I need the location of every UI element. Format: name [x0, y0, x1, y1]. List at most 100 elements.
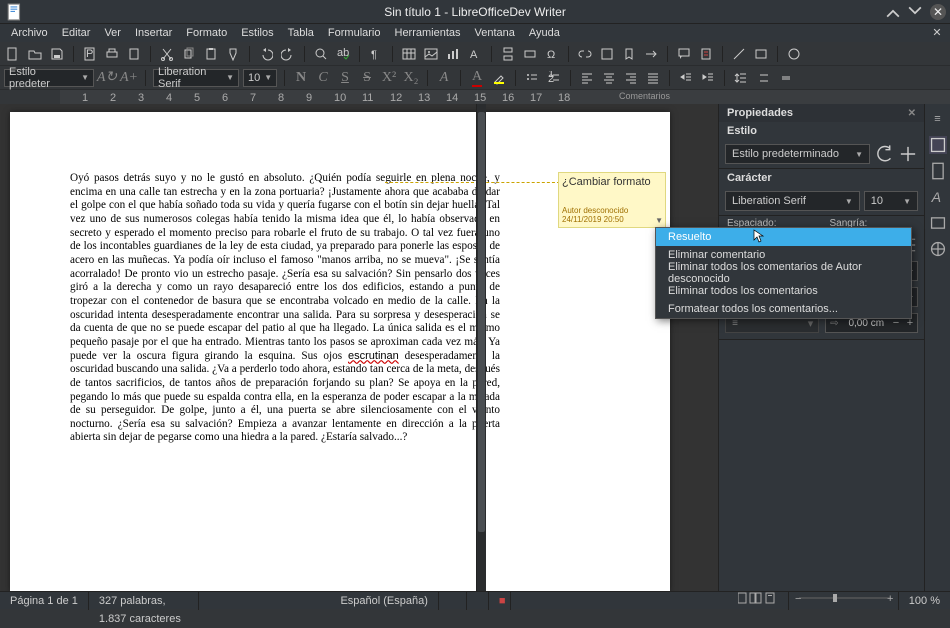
menu-ventana[interactable]: Ventana [468, 24, 522, 42]
insert-chart-icon[interactable] [444, 45, 462, 63]
print-icon[interactable] [103, 45, 121, 63]
sidebar-gallery-icon[interactable] [929, 214, 947, 232]
insert-text-icon[interactable]: A [466, 45, 484, 63]
para-spacing-dec-icon[interactable] [776, 69, 794, 87]
new-document-icon[interactable] [4, 45, 22, 63]
status-insert-mode[interactable] [439, 592, 467, 610]
find-icon[interactable] [312, 45, 330, 63]
sidebar-menu-icon[interactable]: ≡ [929, 110, 947, 128]
cut-icon[interactable] [158, 45, 176, 63]
sidebar-navigator-icon[interactable] [929, 240, 947, 258]
comment-box[interactable]: ¿Cambiar formato Autor desconocido 24/11… [558, 172, 666, 228]
sidebar-styles-icon[interactable]: A [929, 188, 947, 206]
sidebar-paragraph-style-dropdown[interactable]: Estilo predeterminado▼ [725, 144, 870, 164]
align-right-icon[interactable] [622, 69, 640, 87]
indent-increase-icon[interactable] [699, 69, 717, 87]
paragraph-style-dropdown[interactable]: Estilo predeter▼ [4, 69, 94, 87]
menu-ayuda[interactable]: Ayuda [522, 24, 567, 42]
comment-menu-arrow-icon[interactable]: ▼ [655, 216, 663, 225]
align-center-icon[interactable] [600, 69, 618, 87]
menu-formato[interactable]: Formato [179, 24, 234, 42]
line-spacing-icon[interactable] [732, 69, 750, 87]
indent-decrease-icon[interactable] [677, 69, 695, 87]
clone-format-icon[interactable] [224, 45, 242, 63]
print-preview-icon[interactable] [125, 45, 143, 63]
para-spacing-inc-icon[interactable] [754, 69, 772, 87]
undo-icon[interactable] [257, 45, 275, 63]
menu-formulario[interactable]: Formulario [321, 24, 388, 42]
insert-hyperlink-icon[interactable] [576, 45, 594, 63]
status-words[interactable]: 327 palabras, 1.837 caracteres [89, 592, 199, 610]
close-menu-icon[interactable]: ✕ [930, 25, 944, 39]
menu-archivo[interactable]: Archivo [4, 24, 55, 42]
open-icon[interactable] [26, 45, 44, 63]
copy-icon[interactable] [180, 45, 198, 63]
new-style-icon[interactable] [898, 144, 918, 164]
insert-table-icon[interactable] [400, 45, 418, 63]
show-draw-icon[interactable] [785, 45, 803, 63]
font-name-dropdown[interactable]: Liberation Serif▼ [153, 69, 239, 87]
highlight-icon[interactable] [490, 69, 508, 87]
status-lang[interactable]: Español (España) [199, 592, 439, 610]
menu-editar[interactable]: Editar [55, 24, 98, 42]
update-style-icon[interactable]: A↻ [98, 69, 116, 87]
zoom-percent[interactable]: 100 % [899, 592, 950, 610]
menu-ver[interactable]: Ver [97, 24, 128, 42]
align-left-icon[interactable] [578, 69, 596, 87]
insert-line-icon[interactable] [730, 45, 748, 63]
font-color-icon[interactable]: A [468, 69, 486, 87]
numbering-icon[interactable]: 12 [545, 69, 563, 87]
new-style-icon[interactable]: A+ [120, 69, 138, 87]
insert-pagebreak-icon[interactable] [499, 45, 517, 63]
insert-image-icon[interactable] [422, 45, 440, 63]
save-icon[interactable] [48, 45, 66, 63]
superscript-icon[interactable]: X² [380, 69, 398, 87]
status-signature-icon[interactable]: ■ [489, 592, 511, 610]
paste-icon[interactable] [202, 45, 220, 63]
document-body-text[interactable]: Oyó pasos detrás suyo y no le gustó en a… [70, 172, 500, 445]
document-area[interactable]: Oyó pasos detrás suyo y no le gustó en a… [0, 104, 718, 597]
spellcheck-icon[interactable]: ab [334, 45, 352, 63]
sidebar-page-icon[interactable] [929, 162, 947, 180]
zoom-slider[interactable]: −+ [789, 592, 899, 610]
insert-field-icon[interactable] [521, 45, 539, 63]
redo-icon[interactable] [279, 45, 297, 63]
status-selection-mode[interactable] [467, 592, 489, 610]
align-justify-icon[interactable] [644, 69, 662, 87]
italic-icon[interactable]: C [314, 69, 332, 87]
export-pdf-icon[interactable]: P [81, 45, 99, 63]
font-size-dropdown[interactable]: 10▼ [243, 69, 277, 87]
sidebar-properties-icon[interactable] [929, 136, 947, 154]
ctx-item-4[interactable]: Formatear todos los comentarios... [656, 300, 911, 318]
status-page[interactable]: Página 1 de 1 [0, 592, 89, 610]
insert-bookmark-icon[interactable] [620, 45, 638, 63]
insert-cross-ref-icon[interactable] [642, 45, 660, 63]
sidebar-fontsize-dropdown[interactable]: 10▼ [864, 191, 918, 211]
vertical-scrollbar[interactable] [476, 104, 486, 597]
menu-tabla[interactable]: Tabla [281, 24, 321, 42]
insert-symbol-icon[interactable]: Ω [543, 45, 561, 63]
formatting-marks-icon[interactable]: ¶ [367, 45, 385, 63]
horizontal-ruler[interactable]: 123456789101112131415161718 [60, 90, 950, 104]
ctx-item-0[interactable]: Resuelto [656, 228, 911, 246]
status-view-icons[interactable] [728, 592, 789, 610]
ctx-item-2[interactable]: Eliminar todos los comentarios de Autor … [656, 264, 911, 282]
close-button[interactable]: ✕ [930, 4, 946, 20]
insert-footnote-icon[interactable] [598, 45, 616, 63]
underline-icon[interactable]: S [336, 69, 354, 87]
subscript-icon[interactable]: X₂ [402, 69, 420, 87]
minimize-button[interactable] [886, 5, 900, 19]
sidebar-font-dropdown[interactable]: Liberation Serif▼ [725, 191, 860, 211]
menu-herramientas[interactable]: Herramientas [388, 24, 468, 42]
track-changes-icon[interactable] [697, 45, 715, 63]
clear-format-icon[interactable]: A [435, 69, 453, 87]
menu-insertar[interactable]: Insertar [128, 24, 179, 42]
update-style-icon[interactable] [874, 144, 894, 164]
basic-shapes-icon[interactable] [752, 45, 770, 63]
insert-comment-icon[interactable] [675, 45, 693, 63]
bold-icon[interactable]: N [292, 69, 310, 87]
maximize-button[interactable] [908, 5, 922, 19]
sidebar-close-icon[interactable]: ✕ [908, 108, 916, 119]
menu-estilos[interactable]: Estilos [234, 24, 280, 42]
strike-icon[interactable]: S [358, 69, 376, 87]
